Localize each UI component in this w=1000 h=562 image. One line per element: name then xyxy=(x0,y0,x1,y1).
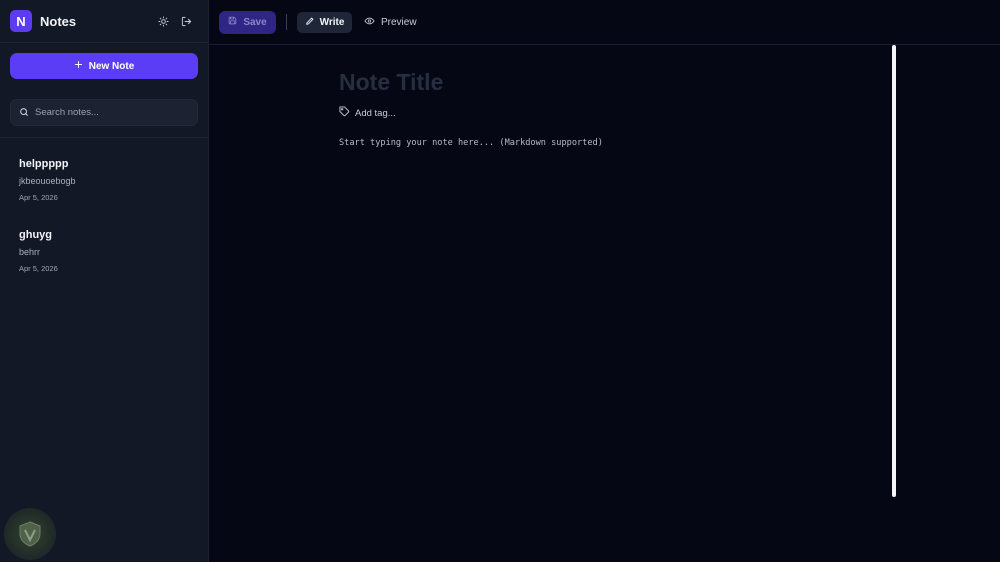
write-label: Write xyxy=(319,16,345,28)
note-preview: jkbeouoebogb xyxy=(19,176,76,186)
plus-icon xyxy=(74,60,83,72)
new-note-button[interactable]: New Note xyxy=(10,53,198,79)
new-note-label: New Note xyxy=(88,60,135,72)
tab-write[interactable]: Write xyxy=(297,11,352,33)
eye-icon xyxy=(364,16,375,29)
notes-app: N Notes New Note Search notes... helpppp… xyxy=(0,0,1000,562)
note-list: helppppp jkbeouoebogb Apr 5, 2026 ghuyg … xyxy=(0,150,208,292)
sidebar-header: N Notes xyxy=(0,0,208,43)
search-box xyxy=(10,99,198,126)
search-icon xyxy=(19,104,29,122)
header-actions xyxy=(158,15,192,27)
note-title-input[interactable] xyxy=(339,69,839,96)
note-date: Apr 5, 2026 xyxy=(19,264,58,273)
save-button[interactable]: Save xyxy=(219,10,276,34)
note-title: ghuyg xyxy=(19,229,52,241)
note-list-item[interactable]: ghuyg behrr Apr 5, 2026 xyxy=(0,221,208,292)
note-preview: behrr xyxy=(19,247,41,257)
save-label: Save xyxy=(243,16,267,28)
note-list-item[interactable]: helppppp jkbeouoebogb Apr 5, 2026 xyxy=(0,150,208,221)
watermark-logo xyxy=(4,508,56,560)
app-name: Notes xyxy=(40,13,77,29)
editor-toolbar: Save Write Preview xyxy=(209,0,1000,45)
pencil-icon xyxy=(305,16,315,29)
editor-pane: Save Write Preview Note Title Add tag...… xyxy=(209,0,1000,562)
search-input[interactable] xyxy=(35,107,185,118)
sidebar-divider xyxy=(0,137,208,138)
note-date: Apr 5, 2026 xyxy=(19,193,58,202)
preview-label: Preview xyxy=(381,16,417,28)
shield-icon xyxy=(19,521,41,547)
logout-icon[interactable] xyxy=(181,16,192,27)
note-editor: Add tag... Start typing your note here..… xyxy=(339,69,879,148)
toolbar-divider xyxy=(286,14,287,30)
add-tag-button[interactable]: Add tag... xyxy=(339,106,879,120)
note-body-textarea[interactable]: Start typing your note here... (Markdown… xyxy=(339,138,879,148)
save-icon xyxy=(228,16,237,28)
sun-icon[interactable] xyxy=(158,15,169,27)
sidebar: N Notes New Note Search notes... helpppp… xyxy=(0,0,209,562)
add-tag-label: Add tag... xyxy=(355,107,396,119)
note-title: helppppp xyxy=(19,158,69,170)
tab-preview[interactable]: Preview xyxy=(364,12,417,33)
editor-scrollbar[interactable] xyxy=(892,45,896,497)
app-logo: N xyxy=(10,10,32,32)
tag-icon xyxy=(339,106,350,120)
